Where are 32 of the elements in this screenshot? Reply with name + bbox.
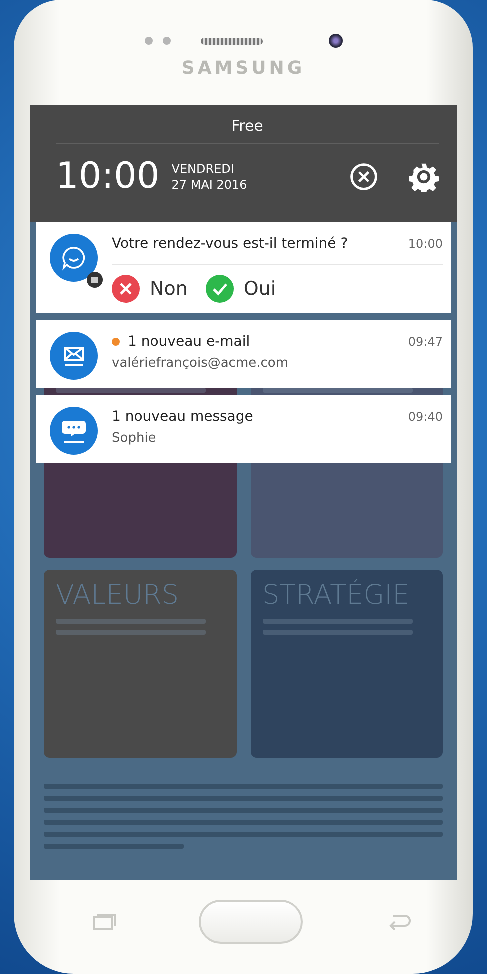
answer-button[interactable]: Oui: [206, 273, 276, 305]
close-icon[interactable]: [349, 162, 379, 192]
notification-time: 09:47: [408, 335, 443, 349]
notification-title: 1 nouveau e-mail: [128, 334, 252, 350]
notification-card[interactable]: Votre rendez-vous est-il terminé ? 10:00 Non Oui: [36, 222, 451, 313]
envelope-icon: [50, 332, 98, 380]
sensor-dot: [162, 37, 170, 45]
date-label: 27 MAI 2016: [172, 176, 248, 192]
cross-icon: [112, 275, 140, 303]
calendar-badge-icon: [87, 272, 103, 288]
home-button[interactable]: [198, 900, 302, 944]
chat-bubble-icon: [50, 407, 98, 455]
notification-title: 1 nouveau message: [112, 409, 254, 425]
notification-subtitle: Sophie: [112, 431, 158, 446]
check-icon: [206, 275, 234, 303]
brand-logo: SAMSUNG: [182, 58, 306, 79]
notification-time: 10:00: [408, 237, 443, 251]
clock-time: 10:00: [56, 156, 160, 197]
settings-icon[interactable]: [409, 162, 439, 192]
weekday-label: VENDREDI: [172, 160, 236, 176]
notification-title: Votre rendez-vous est-il terminé ?: [112, 236, 350, 252]
smiley-chat-icon: [50, 234, 98, 282]
speaker-grille: [200, 38, 262, 44]
notification-subtitle: valériefrançois@acme.com: [112, 356, 290, 371]
carrier-name: Free: [56, 105, 439, 144]
front-camera: [328, 34, 342, 48]
tile-title: VALEURS: [56, 580, 180, 611]
notification-time: 09:40: [408, 410, 443, 424]
answer-button[interactable]: Non: [112, 273, 188, 305]
notification-card[interactable]: 1 nouveau e-mail 09:47 valériefrançois@acme.com: [36, 320, 451, 388]
sensor-dot: [144, 37, 152, 45]
notification-card[interactable]: 1 nouveau message 09:40 Sophie: [36, 395, 451, 463]
